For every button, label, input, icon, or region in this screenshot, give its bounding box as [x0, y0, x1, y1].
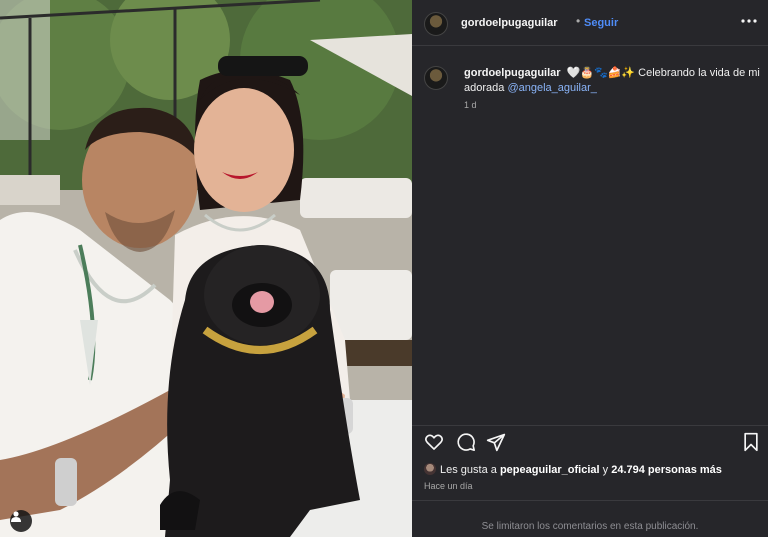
- caption-text: gordoelpugaguilar 🤍🎂🐾🍰✨ Celebrando la vi…: [464, 66, 760, 96]
- share-icon[interactable]: [486, 432, 506, 452]
- caption-avatar[interactable]: [424, 66, 448, 90]
- comments-footer: Se limitaron los comentarios en esta pub…: [412, 500, 768, 537]
- caption-username[interactable]: gordoelpugaguilar: [464, 67, 561, 79]
- user-tag-button[interactable]: [10, 510, 32, 532]
- instagram-post: gordoelpugaguilar • Seguir gordoelpugagu…: [0, 0, 768, 537]
- more-options-icon[interactable]: [740, 12, 758, 30]
- action-bar: [412, 425, 768, 455]
- likes-summary: Les gusta a pepeaguilar_oficial y 24.794…: [424, 463, 722, 476]
- post-side-panel: gordoelpugaguilar • Seguir gordoelpugagu…: [412, 0, 768, 537]
- caption-emojis: 🤍🎂🐾🍰✨: [566, 67, 636, 79]
- heart-icon[interactable]: [424, 432, 444, 452]
- bookmark-icon[interactable]: [742, 432, 760, 452]
- separator-dot: •: [576, 14, 581, 28]
- likes-count[interactable]: 24.794 personas más: [611, 464, 722, 476]
- user-tag-icon: [11, 511, 21, 522]
- photo-illustration: [0, 0, 412, 537]
- author-username[interactable]: gordoelpugaguilar: [461, 17, 558, 29]
- liker-username[interactable]: pepeaguilar_oficial: [500, 464, 600, 476]
- comment-icon[interactable]: [456, 432, 476, 452]
- post-timestamp: Hace un día: [424, 481, 473, 491]
- caption-age: 1 d: [464, 100, 477, 110]
- caption-mention[interactable]: @angela_aguilar_: [507, 82, 596, 94]
- post-photo[interactable]: [0, 0, 412, 537]
- post-header: gordoelpugaguilar • Seguir: [412, 0, 768, 46]
- follow-button[interactable]: Seguir: [584, 17, 618, 29]
- likes-middle: y: [602, 464, 609, 476]
- liker-avatar[interactable]: [424, 463, 436, 475]
- likes-prefix: Les gusta a: [440, 464, 497, 476]
- comments-limited-notice: Se limitaron los comentarios en esta pub…: [481, 521, 699, 532]
- author-avatar[interactable]: [424, 12, 448, 36]
